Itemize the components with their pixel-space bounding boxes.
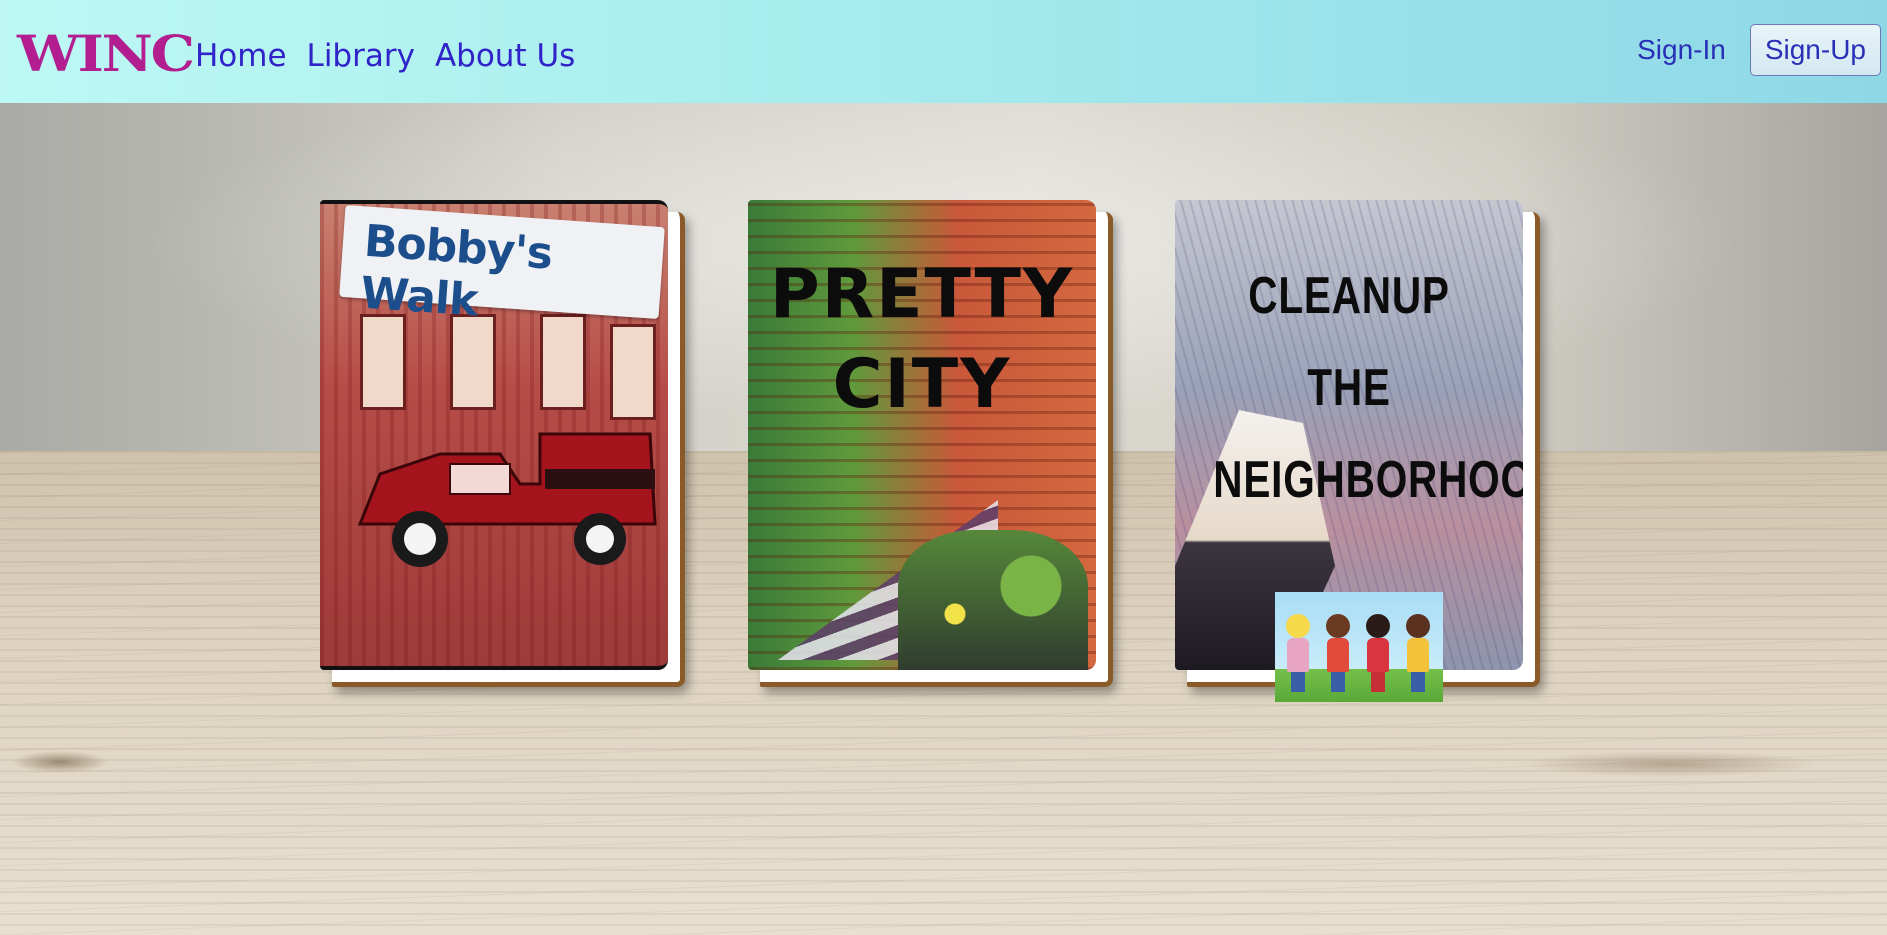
book-title-line-2: NEIGHBORHOOD! — [1213, 451, 1523, 509]
book-title-line-1: PRETTY — [769, 255, 1075, 334]
sign-up-button[interactable]: Sign-Up — [1749, 24, 1881, 76]
nav-link-about-us[interactable]: About Us — [435, 36, 575, 76]
nav-link-home[interactable]: Home — [195, 36, 287, 76]
book-title-line-1: CLEANUP THE — [1248, 267, 1450, 417]
nav-link-library[interactable]: Library — [307, 36, 415, 76]
red-truck-illustration — [357, 432, 657, 567]
child-figure — [1323, 614, 1353, 694]
children-illustration — [1275, 592, 1443, 702]
book-cover: Bobby's Walk — [320, 200, 668, 670]
main-nav: Home Library About Us — [195, 36, 575, 76]
book-title-line-2: CITY — [832, 345, 1012, 424]
book-title: PRETTY CITY — [748, 250, 1096, 430]
plants-illustration — [898, 530, 1088, 670]
child-figure — [1283, 614, 1313, 694]
book-title: Bobby's Walk — [358, 215, 554, 327]
wood-knot — [10, 751, 110, 773]
child-figure — [1363, 614, 1393, 694]
auth-actions: Sign-In Sign-Up — [1637, 24, 1881, 76]
book-title: CLEANUP THE NEIGHBORHOOD! — [1213, 250, 1523, 526]
wood-knot — [1520, 751, 1820, 777]
sign-in-link[interactable]: Sign-In — [1637, 34, 1726, 66]
top-navbar: WINC Home Library About Us Sign-In Sign-… — [0, 0, 1887, 103]
book-bobbys-walk[interactable]: Bobby's Walk — [320, 200, 685, 687]
book-cover: PRETTY CITY — [748, 200, 1096, 670]
book-pretty-city[interactable]: PRETTY CITY — [748, 200, 1113, 687]
brand-logo[interactable]: WINC — [17, 28, 195, 80]
child-figure — [1403, 614, 1433, 694]
